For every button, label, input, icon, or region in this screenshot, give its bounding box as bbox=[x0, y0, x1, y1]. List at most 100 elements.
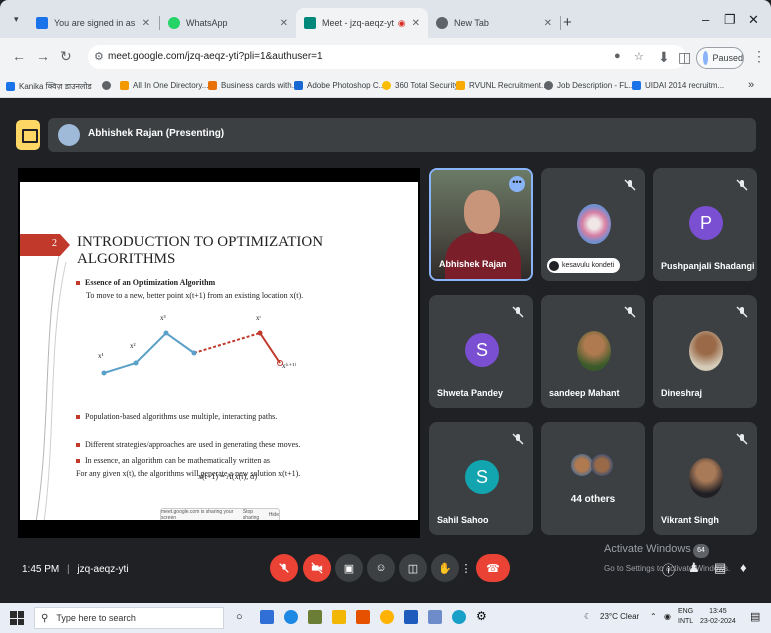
participant-tile[interactable]: S Shweta Pandey bbox=[429, 295, 533, 408]
graph-label: x² bbox=[130, 342, 136, 350]
restore-icon[interactable]: ❐ bbox=[724, 12, 736, 28]
address-bar[interactable]: ⚙ meet.google.com/jzq-aeqz-yti?pli=1&aut… bbox=[88, 45, 686, 69]
slide-closing: For any given x(t), the algorithms will … bbox=[76, 469, 301, 478]
app-icon[interactable] bbox=[308, 610, 322, 624]
bookmark-item[interactable] bbox=[102, 81, 115, 90]
slide-bullet: Different strategies/approaches are used… bbox=[76, 440, 300, 449]
bookmark-item[interactable]: Job Description - FL... bbox=[544, 81, 635, 90]
mic-off-icon bbox=[736, 433, 748, 445]
browser-toolbar: ← → ↻ ⚙ meet.google.com/jzq-aeqz-yti?pli… bbox=[0, 38, 771, 76]
close-tab-icon[interactable]: ✕ bbox=[280, 18, 288, 29]
tab-whatsapp[interactable]: WhatsApp ✕ bbox=[160, 8, 296, 38]
minimize-icon[interactable]: – bbox=[702, 12, 709, 27]
camera-permission-icon[interactable]: ● bbox=[614, 50, 621, 62]
emoji-button[interactable]: ☺ bbox=[367, 554, 395, 582]
participant-tile[interactable]: Dineshraj bbox=[653, 295, 757, 408]
tab-new-tab[interactable]: New Tab ✕ bbox=[428, 8, 560, 38]
captions-button[interactable]: ▣ bbox=[335, 554, 363, 582]
more-bookmarks-icon[interactable]: » bbox=[748, 79, 754, 91]
tab-signed-in[interactable]: You are signed in as mtee2313 ✕ bbox=[28, 8, 158, 38]
participant-tile[interactable]: kesavulu kondeti bbox=[541, 168, 645, 281]
camera-off-button[interactable] bbox=[303, 554, 331, 582]
weather-icon[interactable]: ☾ bbox=[584, 612, 591, 621]
profile-button[interactable]: Paused bbox=[696, 47, 744, 69]
participant-tile-others[interactable]: 44 others bbox=[541, 422, 645, 535]
participant-tile[interactable]: P Pushpanjali Shadangi bbox=[653, 168, 757, 281]
clock-time: 13:45 bbox=[709, 608, 727, 615]
chat-icon[interactable]: ▤ bbox=[714, 560, 726, 576]
tab-search-icon[interactable]: ▾ bbox=[14, 14, 19, 25]
back-icon[interactable]: ← bbox=[12, 48, 26, 64]
participant-tile[interactable]: ••• Abhishek Rajan bbox=[429, 168, 533, 281]
app-icon[interactable] bbox=[356, 610, 370, 624]
app-icon[interactable] bbox=[428, 610, 442, 624]
search-placeholder: Type here to search bbox=[56, 613, 136, 623]
system-clock[interactable]: 13:45 23-02-2024 bbox=[700, 607, 736, 627]
path-diagram bbox=[101, 330, 283, 376]
bookmark-item[interactable]: All In One Directory... bbox=[120, 81, 208, 90]
hide-button[interactable]: Hide bbox=[269, 512, 279, 518]
edge-icon[interactable] bbox=[284, 610, 298, 624]
more-options-button[interactable]: ⋮ bbox=[456, 554, 476, 582]
graph-label: x¹ bbox=[98, 352, 104, 360]
windows-taskbar: ⚲ Type here to search ○ ⚙ ☾ 23°C Clear ⌃… bbox=[0, 603, 771, 633]
close-tab-icon[interactable]: ✕ bbox=[412, 18, 420, 29]
tab-meet[interactable]: Meet - jzq-aeqz-yti ◉ ✕ bbox=[296, 8, 428, 38]
activities-icon[interactable]: ♦ bbox=[740, 560, 747, 575]
participant-tile[interactable]: S Sahil Sahoo bbox=[429, 422, 533, 535]
participant-name-pill: kesavulu kondeti bbox=[547, 258, 621, 273]
network-icon[interactable]: ◉ bbox=[664, 612, 671, 621]
leave-call-button[interactable]: ☎ bbox=[476, 554, 510, 582]
people-icon[interactable]: ♟ bbox=[688, 560, 700, 576]
bookmark-item[interactable]: 360 Total Security bbox=[382, 81, 458, 90]
present-icon[interactable] bbox=[16, 120, 40, 150]
presenting-label: Abhishek Rajan (Presenting) bbox=[88, 128, 225, 139]
windows-start-icon[interactable] bbox=[10, 611, 24, 625]
language-indicator[interactable]: ENG INTL bbox=[678, 607, 693, 627]
close-window-icon[interactable]: ✕ bbox=[748, 12, 759, 28]
task-view-icon[interactable]: ○ bbox=[236, 611, 250, 625]
meeting-code: jzq-aeqz-yti bbox=[77, 564, 129, 575]
app-icon[interactable] bbox=[452, 610, 466, 624]
close-tab-icon[interactable]: ✕ bbox=[544, 18, 552, 29]
new-tab-button[interactable]: + bbox=[563, 14, 572, 31]
taskbar-search-input[interactable]: ⚲ Type here to search bbox=[34, 607, 224, 629]
reload-icon[interactable]: ↻ bbox=[60, 48, 72, 65]
bookmark-item[interactable]: Kanika क्विज़ डाउनलोड bbox=[6, 81, 92, 92]
tray-chevron-icon[interactable]: ⌃ bbox=[650, 612, 657, 621]
bookmark-item[interactable]: Business cards with... bbox=[208, 81, 298, 90]
file-explorer-icon[interactable] bbox=[332, 610, 346, 624]
info-icon[interactable]: ⓘ bbox=[662, 560, 675, 579]
more-options-icon[interactable]: ••• bbox=[509, 176, 525, 192]
tab-label: WhatsApp bbox=[186, 18, 228, 28]
present-button[interactable]: ◫ bbox=[399, 554, 427, 582]
mic-off-button[interactable] bbox=[270, 554, 298, 582]
forward-icon[interactable]: → bbox=[36, 48, 50, 64]
avatar: S bbox=[465, 333, 499, 367]
raise-hand-button[interactable]: ✋ bbox=[431, 554, 459, 582]
participant-tile[interactable]: Vikrant Singh bbox=[653, 422, 757, 535]
notifications-icon[interactable]: ▤ bbox=[750, 610, 760, 623]
meet-icon bbox=[304, 17, 316, 29]
stop-sharing-button[interactable]: Stop sharing bbox=[243, 509, 269, 520]
close-tab-icon[interactable]: ✕ bbox=[142, 18, 150, 29]
app-icon[interactable] bbox=[260, 610, 274, 624]
bookmark-item[interactable]: Adobe Photoshop C... bbox=[294, 81, 385, 90]
sidepanel-icon[interactable]: ◫ bbox=[678, 49, 691, 66]
participant-tile[interactable]: sandeep Mahant bbox=[541, 295, 645, 408]
download-icon[interactable]: ⬇ bbox=[658, 49, 670, 66]
bookmark-item[interactable]: UIDAI 2014 recruitm... bbox=[632, 81, 724, 90]
menu-kebab-icon[interactable]: ⋮ bbox=[752, 48, 766, 65]
participant-name: Vikrant Singh bbox=[661, 515, 719, 525]
weather-text[interactable]: 23°C Clear bbox=[600, 612, 639, 621]
mic-off-icon bbox=[279, 563, 289, 573]
graph-label: x⁽ᵗ⁺¹⁾ bbox=[282, 362, 297, 370]
site-info-icon[interactable]: ⚙ bbox=[94, 50, 104, 63]
slide-number: 2 bbox=[52, 238, 57, 249]
bookmark-item[interactable]: RVUNL Recruitment... bbox=[456, 81, 548, 90]
whatsapp-icon bbox=[168, 17, 180, 29]
chrome-icon[interactable] bbox=[380, 610, 394, 624]
word-icon[interactable] bbox=[404, 610, 418, 624]
star-bookmark-icon[interactable]: ☆ bbox=[634, 50, 644, 63]
settings-icon[interactable]: ⚙ bbox=[476, 609, 490, 623]
